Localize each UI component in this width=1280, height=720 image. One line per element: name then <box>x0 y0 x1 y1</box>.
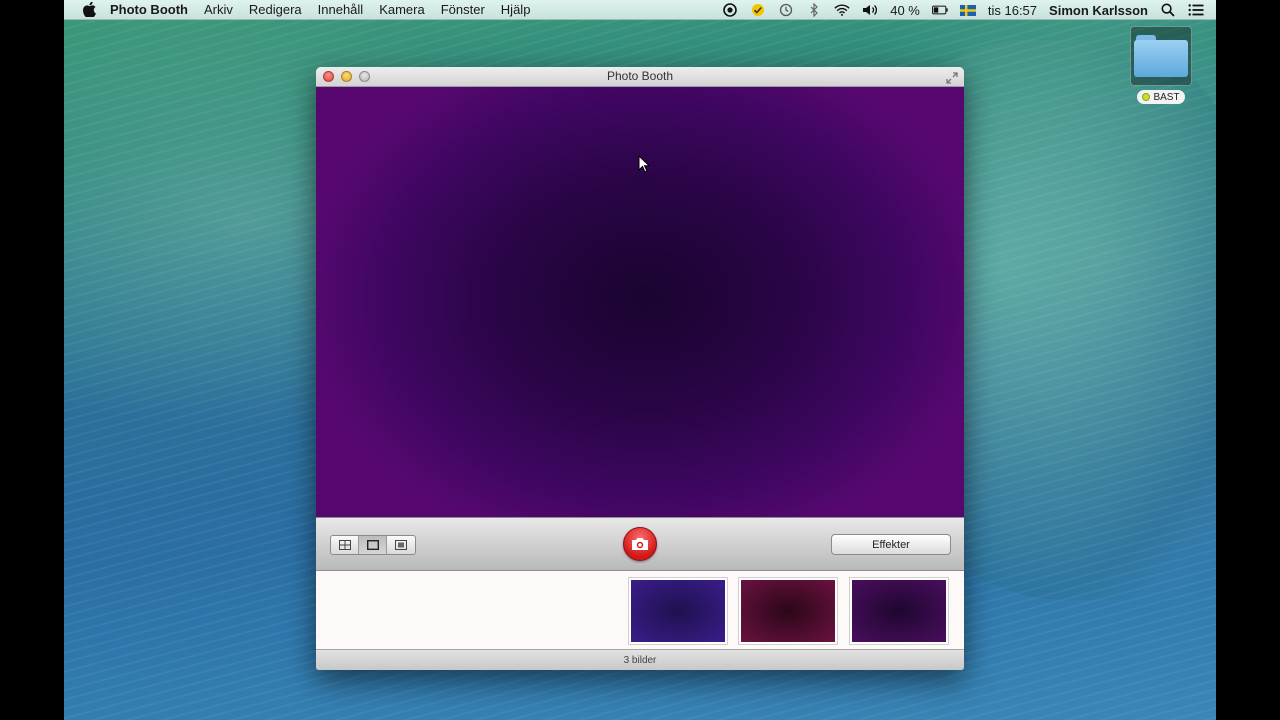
four-up-view-button[interactable] <box>331 536 359 554</box>
menu-kamera[interactable]: Kamera <box>379 2 425 17</box>
filmstrip-icon <box>395 540 407 550</box>
notification-list-icon[interactable] <box>1188 2 1204 18</box>
take-photo-button[interactable] <box>623 527 657 561</box>
menu-app-name[interactable]: Photo Booth <box>110 2 188 17</box>
record-icon[interactable] <box>722 2 738 18</box>
battery-icon[interactable] <box>931 2 948 18</box>
window-titlebar[interactable]: Photo Booth <box>316 67 964 87</box>
folder-icon-frame <box>1130 26 1192 86</box>
camera-icon <box>632 538 648 550</box>
tag-dot-icon <box>1142 93 1151 101</box>
menu-bar: Photo Booth Arkiv Redigera Innehåll Kame… <box>64 0 1216 20</box>
volume-icon[interactable] <box>862 2 878 18</box>
swedish-flag-icon[interactable] <box>959 2 976 18</box>
menu-arkiv[interactable]: Arkiv <box>204 2 233 17</box>
photo-thumbnail[interactable] <box>628 577 728 645</box>
window-toolbar: Effekter <box>316 517 964 571</box>
mouse-pointer-icon <box>638 155 650 173</box>
photo-count-status: 3 bilder <box>316 649 964 670</box>
menu-hjalp[interactable]: Hjälp <box>501 2 531 17</box>
bluetooth-icon[interactable] <box>806 2 822 18</box>
apple-menu-icon[interactable] <box>80 2 98 18</box>
screen: Photo Booth Arkiv Redigera Innehåll Kame… <box>0 0 1280 720</box>
single-view-button[interactable] <box>359 536 387 554</box>
photo-thumbnail[interactable] <box>849 577 949 645</box>
battery-percent[interactable]: 40 % <box>890 3 920 18</box>
video-view-button[interactable] <box>387 536 415 554</box>
single-frame-icon <box>366 540 379 550</box>
effects-button[interactable]: Effekter <box>831 534 951 555</box>
folder-name: BAST <box>1153 91 1180 103</box>
photo-strip <box>316 571 964 649</box>
app-menus: Photo Booth Arkiv Redigera Innehåll Kame… <box>110 2 546 17</box>
view-mode-control <box>330 535 416 555</box>
status-menus: 40 % tis 16:57 Simon Karlsson <box>722 0 1204 20</box>
photo-thumbnail[interactable] <box>738 577 838 645</box>
folder-label: BAST <box>1137 90 1185 104</box>
wifi-icon[interactable] <box>834 2 850 18</box>
menu-fonster[interactable]: Fönster <box>441 2 485 17</box>
user-name-menu[interactable]: Simon Karlsson <box>1049 3 1148 18</box>
search-icon[interactable] <box>1160 2 1176 18</box>
check-icon[interactable] <box>750 2 766 18</box>
fullscreen-icon[interactable] <box>946 71 958 84</box>
grid-icon <box>338 540 351 550</box>
time-machine-icon[interactable] <box>778 2 794 18</box>
menu-redigera[interactable]: Redigera <box>249 2 302 17</box>
desktop-folder-bast[interactable]: BAST <box>1130 26 1192 106</box>
menu-innehall[interactable]: Innehåll <box>318 2 364 17</box>
window-title: Photo Booth <box>606 69 674 83</box>
photo-booth-window: Photo Booth Effekter 3 bilder <box>316 67 964 670</box>
menu-clock[interactable]: tis 16:57 <box>988 3 1037 18</box>
folder-icon <box>1134 35 1188 77</box>
camera-preview <box>316 87 964 517</box>
